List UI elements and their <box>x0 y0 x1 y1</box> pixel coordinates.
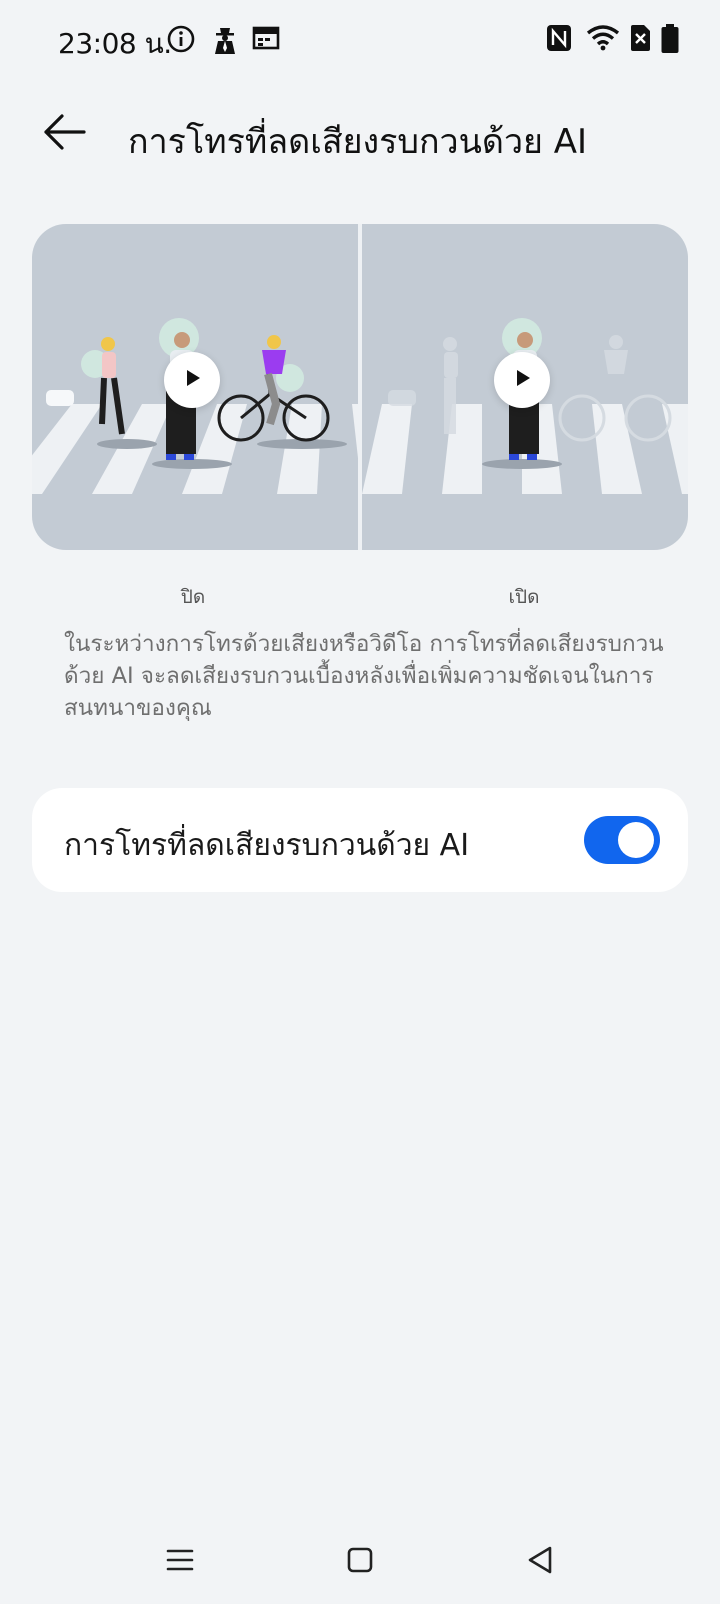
play-icon <box>510 366 534 394</box>
nfc-icon <box>546 24 572 56</box>
spy-icon <box>210 24 240 60</box>
back-button[interactable] <box>36 106 92 162</box>
calendar-icon <box>252 24 280 56</box>
noise-reduction-preview <box>32 224 688 550</box>
setting-label: การโทรที่ลดเสียงรบกวนด้วย AI <box>64 828 470 863</box>
feature-description: ในระหว่างการโทรด้วยเสียงหรือวิดีโอ การโท… <box>64 631 664 721</box>
nav-back-button[interactable] <box>516 1538 564 1586</box>
preview-caption-off: ปิด <box>180 586 206 608</box>
status-time: 23:08 น. <box>58 27 172 60</box>
navigation-bar <box>0 1520 720 1604</box>
status-bar: 23:08 น. <box>0 0 720 84</box>
home-icon <box>346 1546 374 1578</box>
recent-apps-button[interactable] <box>156 1538 204 1586</box>
setting-card: การโทรที่ลดเสียงรบกวนด้วย AI <box>32 788 688 892</box>
app-bar: การโทรที่ลดเสียงรบกวนด้วย AI <box>0 96 720 176</box>
menu-icon <box>166 1548 194 1576</box>
ai-noise-reduction-toggle[interactable] <box>584 816 660 864</box>
toggle-knob <box>618 822 654 858</box>
play-button-off[interactable] <box>164 352 220 408</box>
home-button[interactable] <box>336 1538 384 1586</box>
preview-caption-on: เปิด <box>508 586 540 608</box>
sim-off-icon <box>628 24 652 56</box>
play-button-on[interactable] <box>494 352 550 408</box>
info-icon <box>166 24 196 58</box>
preview-off-pane <box>32 224 392 550</box>
page-title: การโทรที่ลดเสียงรบกวนด้วย AI <box>128 122 588 162</box>
preview-on-pane <box>362 224 688 550</box>
battery-icon <box>660 24 680 58</box>
back-triangle-icon <box>526 1545 554 1579</box>
wifi-icon <box>586 24 620 56</box>
play-icon <box>180 366 204 394</box>
arrow-left-icon <box>40 112 88 156</box>
